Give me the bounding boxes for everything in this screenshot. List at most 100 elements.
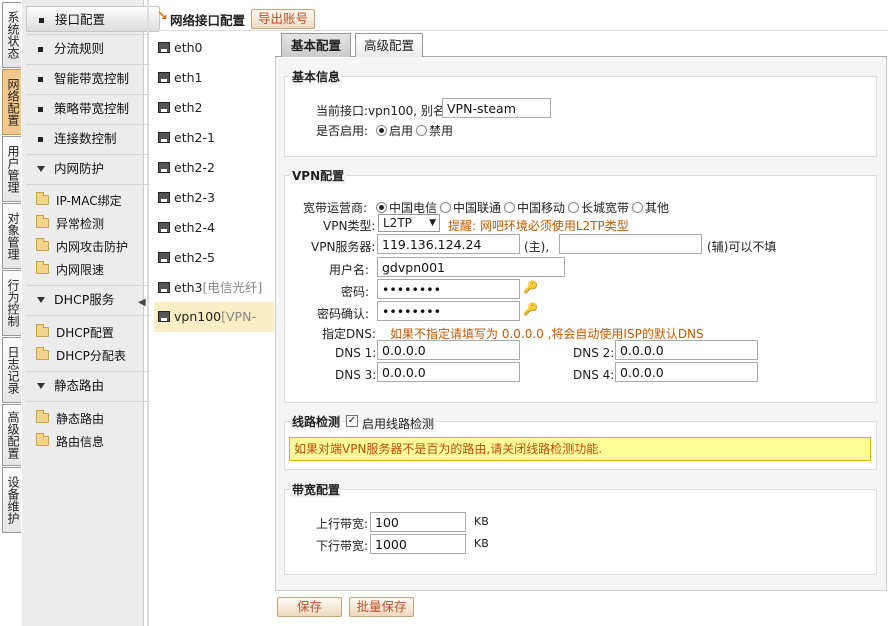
folder-icon	[36, 410, 49, 423]
vpn-type-select[interactable]: L2TP ▼	[378, 214, 440, 232]
line-detection-checkbox[interactable]: ✓	[346, 415, 358, 427]
radio-label: 长城宽带	[581, 201, 630, 215]
vtab-network-config[interactable]: 网络配置	[2, 69, 21, 135]
interface-item-eth2-4[interactable]: eth2-4	[154, 214, 274, 242]
interface-item-eth1[interactable]: eth1	[154, 64, 274, 92]
radio-label: 其他	[645, 201, 670, 215]
submenu-label: DHCP分配表	[56, 349, 126, 363]
vpn-type-value: L2TP	[383, 216, 412, 230]
interface-item-eth2-1[interactable]: eth2-1	[154, 124, 274, 152]
interface-label: eth3	[174, 280, 203, 295]
network-port-icon	[158, 222, 170, 233]
enable-label: 是否启用:	[316, 124, 369, 138]
submenu-dhcp-table[interactable]: DHCP分配表	[36, 347, 126, 365]
interface-item-eth2-2[interactable]: eth2-2	[154, 154, 274, 182]
vpn-type-label: VPN类型:	[323, 219, 376, 233]
save-button[interactable]: 保存	[277, 597, 342, 617]
alias-input[interactable]	[442, 98, 551, 118]
vpn-type-hint: 提醒: 网吧环境必须使用L2TP类型	[448, 219, 629, 233]
arrow-icon: ↘	[157, 9, 168, 24]
vpn-server-aux-input[interactable]	[559, 234, 702, 254]
server-aux-suffix: (辅)可以不填	[707, 240, 777, 254]
isp-radio-unicom[interactable]: 中国联通	[440, 199, 501, 216]
dns1-input[interactable]	[377, 340, 520, 360]
interface-note: [电信光纤]	[202, 280, 263, 295]
network-port-icon	[158, 192, 170, 203]
radio-label: 启用	[389, 124, 414, 138]
folder-icon	[36, 324, 49, 337]
interface-note: [VPN-	[221, 309, 256, 324]
folder-icon	[36, 192, 49, 205]
interface-item-eth3[interactable]: eth3[电信光纤]	[154, 274, 274, 302]
submenu-dhcp-config[interactable]: DHCP配置	[36, 324, 114, 342]
menu-split-rules[interactable]: 分流规则	[26, 36, 160, 62]
menu-label: 内网防护	[54, 161, 105, 176]
interface-label: eth2-4	[174, 220, 215, 235]
vtab-log-records[interactable]: 日志记录	[2, 337, 21, 403]
submenu-ip-mac-binding[interactable]: IP-MAC绑定	[36, 192, 122, 210]
radio-icon	[632, 202, 643, 213]
vtab-device-maintenance[interactable]: 设备维护	[2, 467, 21, 533]
line-detection-check-label: 启用线路检测	[362, 415, 437, 432]
side-menu: 接口配置 分流规则 智能带宽控制 策略带宽控制 连接数控制 内网防护 IP-MA…	[22, 0, 160, 626]
key-icon[interactable]: 🔑	[523, 302, 538, 316]
vtab-user-management[interactable]: 用户管理	[2, 136, 21, 202]
interface-item-eth2-5[interactable]: eth2-5	[154, 244, 274, 272]
menu-smart-bandwidth[interactable]: 智能带宽控制	[26, 66, 160, 92]
isp-radio-other[interactable]: 其他	[632, 199, 669, 216]
menu-policy-bandwidth[interactable]: 策略带宽控制	[26, 96, 160, 122]
tab-basic-config[interactable]: 基本配置	[281, 33, 351, 58]
vertical-tab-bar: 系统状态 网络配置 用户管理 对象管理 行为控制 日志记录 高级配置 设备维护	[0, 0, 22, 626]
disable-radio[interactable]: 禁用	[416, 122, 453, 139]
submenu-lan-rate-limit[interactable]: 内网限速	[36, 261, 104, 279]
radio-icon	[440, 202, 451, 213]
interface-item-eth0[interactable]: eth0	[154, 34, 274, 62]
submenu-anomaly-detection[interactable]: 异常检测	[36, 215, 104, 233]
interface-label: eth2-2	[174, 160, 215, 175]
folder-icon	[36, 433, 49, 446]
folder-icon	[36, 347, 49, 360]
export-account-button[interactable]: 导出账号	[251, 9, 315, 29]
dns2-input[interactable]	[615, 340, 758, 360]
vtab-system-status[interactable]: 系统状态	[2, 2, 21, 68]
password-confirm-input[interactable]	[377, 301, 520, 321]
password-label: 密码:	[341, 285, 370, 299]
username-label: 用户名:	[329, 263, 370, 277]
submenu-attack-protection[interactable]: 内网攻击防护	[36, 238, 128, 256]
menu-connection-limit[interactable]: 连接数控制	[26, 126, 160, 152]
isp-radio-greatwall[interactable]: 长城宽带	[568, 199, 629, 216]
vtab-behavior-control[interactable]: 行为控制	[2, 270, 21, 336]
interface-item-eth2[interactable]: eth2	[154, 94, 274, 122]
radio-label: 中国移动	[517, 201, 566, 215]
username-input[interactable]	[377, 257, 565, 277]
vtab-advanced-config[interactable]: 高级配置	[2, 404, 21, 466]
interface-item-vpn100[interactable]: vpn100[VPN-	[154, 302, 274, 332]
enable-radio[interactable]: 启用	[376, 122, 413, 139]
interface-label: eth0	[174, 40, 203, 55]
dns3-label: DNS 3:	[335, 368, 377, 382]
download-bandwidth-input[interactable]	[370, 534, 466, 554]
isp-radio-mobile[interactable]: 中国移动	[504, 199, 565, 216]
submenu-route-info[interactable]: 路由信息	[36, 433, 104, 451]
menu-interface-config[interactable]: 接口配置	[26, 6, 160, 32]
interface-label: eth1	[174, 70, 203, 85]
interface-label: eth2-1	[174, 130, 215, 145]
menu-group-lan-protection[interactable]: 内网防护	[26, 156, 160, 182]
dns3-input[interactable]	[377, 362, 520, 382]
isp-label: 宽带运营商:	[303, 201, 368, 215]
menu-group-static-route[interactable]: 静态路由	[26, 373, 160, 399]
key-icon[interactable]: 🔑	[523, 280, 538, 294]
vtab-object-management[interactable]: 对象管理	[2, 203, 21, 269]
vpn-server-main-input[interactable]	[377, 234, 520, 254]
bandwidth-section	[284, 489, 877, 575]
menu-label: 智能带宽控制	[54, 71, 130, 86]
password-input[interactable]	[377, 279, 520, 299]
tab-advanced-config[interactable]: 高级配置	[355, 33, 423, 58]
upload-bandwidth-input[interactable]	[370, 512, 466, 532]
interface-item-eth2-3[interactable]: eth2-3	[154, 184, 274, 212]
dns4-input[interactable]	[615, 362, 758, 382]
batch-save-button[interactable]: 批量保存	[349, 597, 414, 617]
submenu-static-route[interactable]: 静态路由	[36, 410, 104, 428]
download-unit: KB	[474, 537, 489, 550]
divider	[147, 0, 149, 626]
